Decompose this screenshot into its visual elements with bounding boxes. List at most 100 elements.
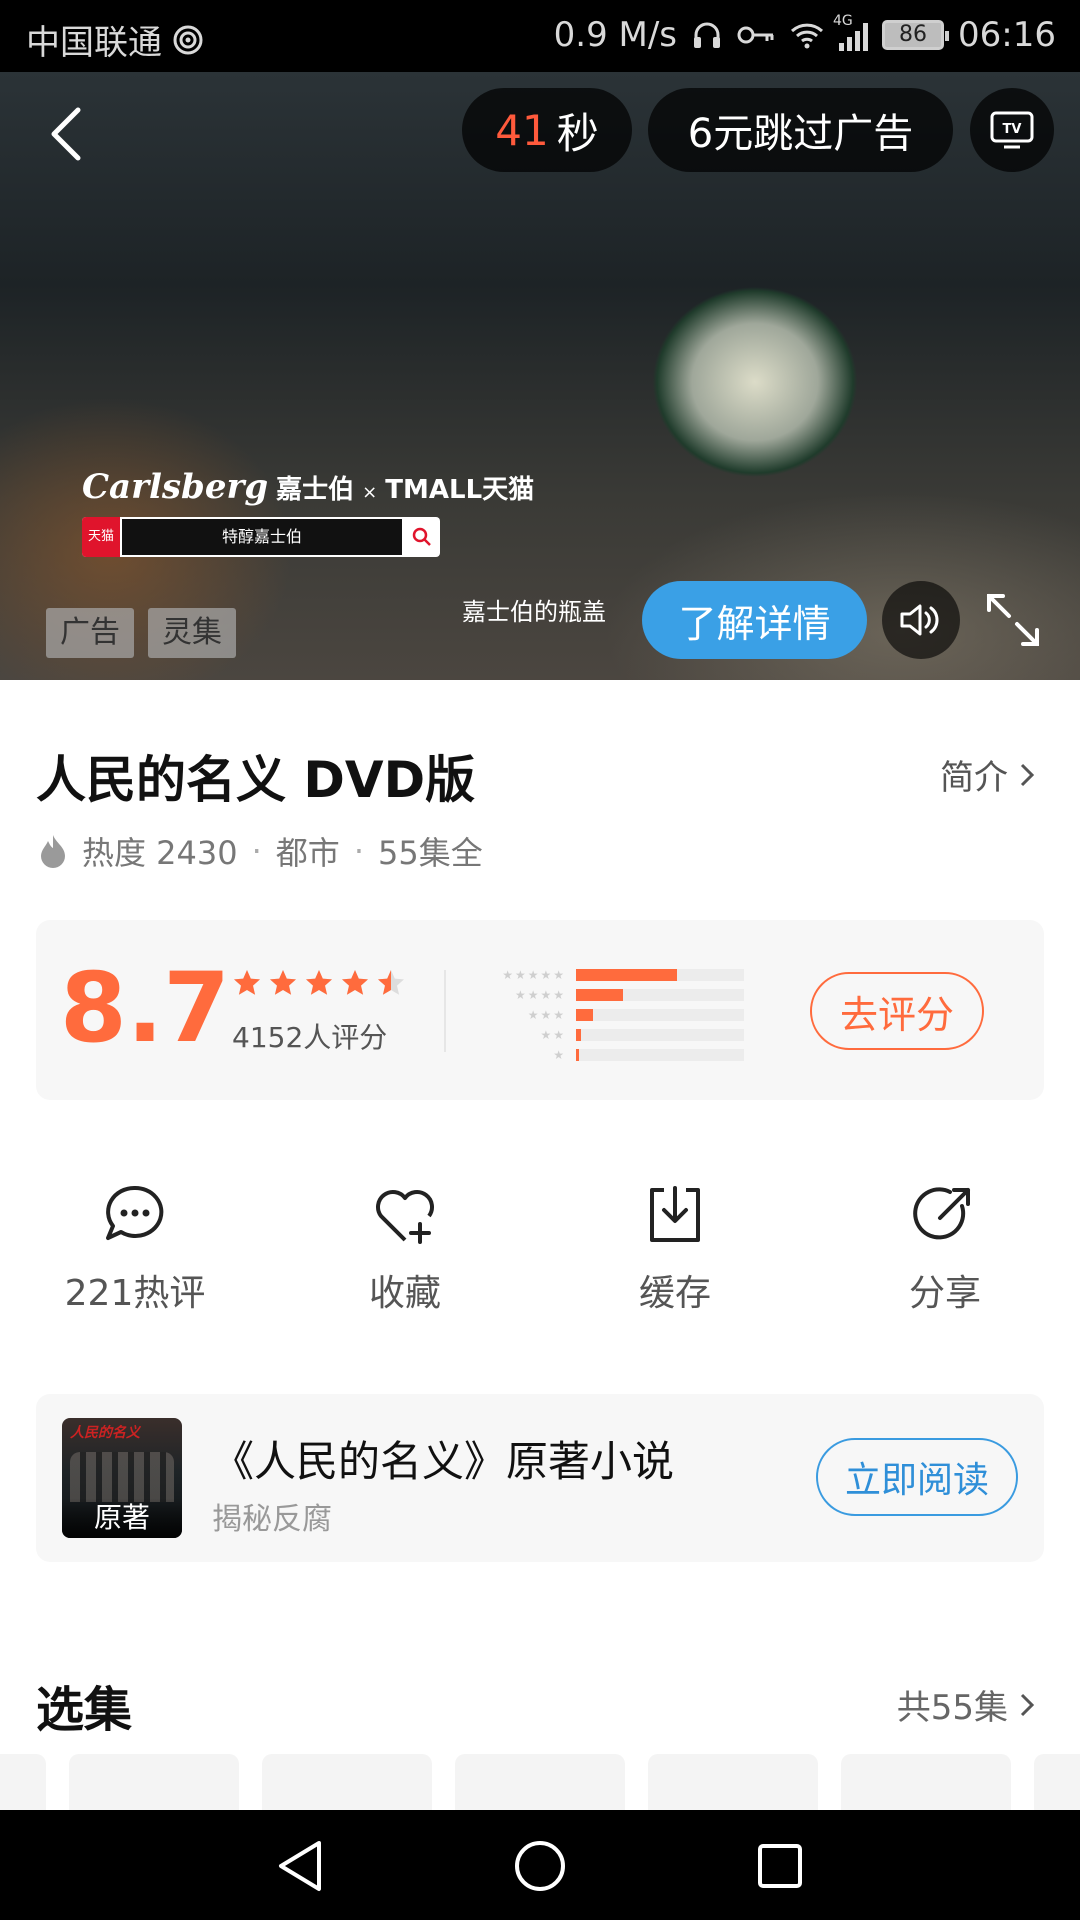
comments-label: 221热评 — [64, 1273, 206, 1314]
ad-search-bar: 天猫 特醇嘉士伯 — [82, 517, 440, 557]
download-label: 缓存 — [638, 1273, 711, 1314]
nav-home-button[interactable] — [510, 1836, 570, 1896]
distribution-stars: ★★★★ — [514, 988, 566, 1002]
download-icon — [640, 1180, 710, 1250]
show-meta: 热度 2430 · 都市 · 55集全 — [38, 828, 483, 874]
chevron-right-icon — [1020, 1693, 1035, 1716]
distribution-row: ★★★ — [486, 1006, 744, 1024]
star-icon — [306, 970, 332, 995]
distribution-bar — [576, 989, 744, 1001]
rate-button[interactable]: 去评分 — [810, 972, 984, 1050]
svg-text:TV: TV — [1003, 122, 1022, 137]
rating-card: 8.7 4152人评分 ★★★★★ ★★★★ ★★★ ★★ ★ 去评分 — [36, 920, 1044, 1100]
circle-home-icon — [515, 1841, 565, 1891]
distribution-row: ★★★★★ — [486, 966, 744, 984]
skip-ad-button[interactable]: 6元跳过广告 — [648, 88, 953, 172]
countdown-unit: 秒 — [556, 108, 599, 158]
distribution-fill — [576, 1049, 579, 1061]
show-title: 人民的名义 DVD版 — [36, 751, 476, 809]
distribution-row: ★★★★ — [486, 986, 744, 1004]
distribution-stars: ★★ — [540, 1028, 566, 1042]
status-bar: 中国联通 0.9 M/s 4G 86 06:16 — [0, 0, 1080, 72]
episodes-total: 共55集 — [896, 1688, 1008, 1728]
cast-tv-button[interactable]: TV — [970, 88, 1054, 172]
chevron-right-icon — [1020, 763, 1035, 786]
episode-list[interactable] — [0, 1754, 1080, 1810]
brand-logos: Carlsberg 嘉士伯 × TMALL天猫 — [82, 467, 534, 507]
tv-icon: TV — [990, 111, 1034, 149]
battery-indicator: 86 — [882, 20, 950, 50]
carlsberg-logo: Carlsberg — [82, 467, 269, 507]
heart-plus-icon — [370, 1180, 440, 1250]
comments-button[interactable]: 221热评 — [35, 1180, 235, 1316]
divider — [444, 970, 446, 1052]
meta-separator: · — [353, 832, 364, 870]
carrier-group: 中国联通 — [26, 15, 204, 64]
episodes-heading: 选集 — [36, 1682, 133, 1738]
network-speed: 0.9 M/s — [553, 15, 678, 55]
all-episodes-link[interactable]: 共55集 — [897, 1680, 1036, 1729]
novel-cover: 人民的名义 原著 — [62, 1418, 182, 1538]
distribution-stars: ★★★ — [527, 1008, 566, 1022]
distribution-bar — [576, 1049, 744, 1061]
brand-cross: × — [362, 482, 378, 503]
ad-caption: 嘉士伯的瓶盖 — [462, 598, 606, 626]
share-icon — [910, 1180, 980, 1250]
distribution-row: ★★ — [486, 1026, 744, 1044]
rating-distribution: ★★★★★ ★★★★ ★★★ ★★ ★ — [486, 966, 744, 1066]
signal-icon: 4G — [833, 13, 869, 51]
episode-tile[interactable] — [262, 1754, 432, 1810]
sound-button[interactable] — [882, 581, 960, 659]
chevron-left-icon — [51, 107, 81, 161]
episode-tile[interactable] — [648, 1754, 818, 1810]
star-icon — [342, 970, 368, 995]
back-button[interactable] — [40, 102, 96, 166]
cover-figures — [70, 1452, 174, 1502]
video-player[interactable]: 41 秒 6元跳过广告 TV Carlsberg 嘉士伯 × TMALL天猫 天… — [0, 72, 1080, 680]
fullscreen-button[interactable] — [980, 587, 1046, 653]
distribution-row: ★ — [486, 1046, 744, 1064]
flame-icon — [41, 835, 65, 868]
favorite-button[interactable]: 收藏 — [305, 1180, 505, 1316]
speaker-icon — [900, 604, 939, 636]
novel-title: 《人民的名义》原著小说 — [212, 1437, 675, 1486]
status-right-group: 0.9 M/s 4G 86 06:16 — [553, 13, 1056, 55]
clock: 06:16 — [958, 15, 1056, 55]
share-button[interactable]: 分享 — [845, 1180, 1045, 1316]
meta-separator: · — [251, 832, 262, 870]
expand-icon — [987, 594, 1039, 646]
distribution-fill — [576, 1009, 593, 1021]
distribution-fill — [576, 989, 623, 1001]
ad-search-text: 特醇嘉士伯 — [122, 519, 402, 555]
search-icon — [404, 517, 440, 557]
ad-brand-block: Carlsberg 嘉士伯 × TMALL天猫 天猫 特醇嘉士伯 — [82, 467, 534, 557]
rater-count: 4152人评分 — [232, 1021, 388, 1054]
brand-cn: 嘉士伯 — [276, 475, 355, 505]
download-button[interactable]: 缓存 — [575, 1180, 775, 1316]
distribution-fill — [576, 1029, 581, 1041]
episode-tile[interactable] — [0, 1754, 46, 1810]
intro-link[interactable]: 简介 — [940, 750, 1036, 799]
cover-title: 人民的名义 — [70, 1425, 140, 1441]
headphones-icon — [694, 22, 721, 48]
episode-tile[interactable] — [455, 1754, 625, 1810]
ad-label-tag: 广告 — [46, 608, 134, 658]
comment-icon — [100, 1180, 170, 1250]
distribution-bar — [576, 969, 744, 981]
distribution-bar — [576, 1009, 744, 1021]
carrier-name: 中国联通 — [26, 23, 162, 63]
nav-back-button[interactable] — [270, 1836, 330, 1896]
read-now-button[interactable]: 立即阅读 — [816, 1438, 1018, 1516]
novel-card[interactable]: 人民的名义 原著 《人民的名义》原著小说 揭秘反腐 立即阅读 — [36, 1394, 1044, 1562]
triangle-back-icon — [279, 1841, 321, 1891]
learn-more-button[interactable]: 了解详情 — [642, 581, 867, 659]
intro-label: 简介 — [940, 758, 1008, 798]
network-type: 4G — [833, 13, 853, 29]
episode-tile[interactable] — [1034, 1754, 1080, 1810]
episode-tile[interactable] — [69, 1754, 239, 1810]
distribution-fill — [576, 969, 677, 981]
favorite-label: 收藏 — [368, 1273, 441, 1314]
nav-recents-button[interactable] — [750, 1836, 810, 1896]
episode-tile[interactable] — [841, 1754, 1011, 1810]
action-row: 221热评 收藏 缓存 分享 — [0, 1180, 1080, 1320]
